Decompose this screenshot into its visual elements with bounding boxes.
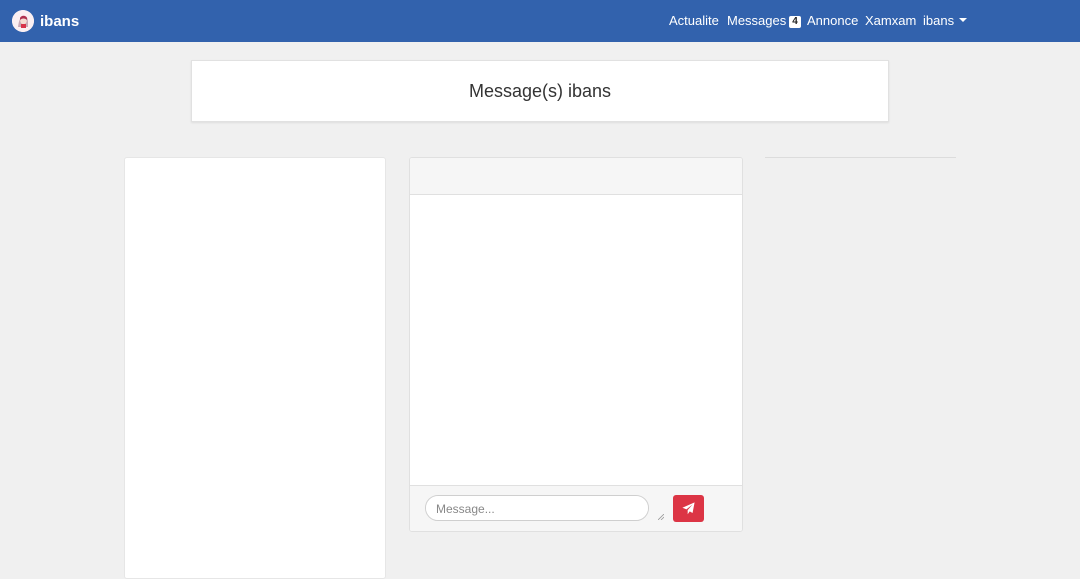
chat-panel [409, 157, 743, 532]
resize-grip-icon[interactable] [658, 514, 664, 520]
nav-link-xamxam[interactable]: Xamxam [865, 13, 916, 29]
paper-plane-icon [682, 502, 695, 515]
caret-down-icon [959, 18, 968, 22]
user-menu-dropdown[interactable]: ibans [923, 13, 968, 29]
top-navbar: ibans Actualite Messages 4 Annonce Xamxam… [0, 0, 1080, 42]
message-input[interactable] [425, 495, 649, 521]
send-message-button[interactable] [673, 495, 704, 522]
user-menu-label: ibans [923, 13, 955, 28]
nav-link-messages[interactable]: Messages 4 [727, 13, 801, 29]
conversations-panel [124, 157, 386, 579]
brand-name: ibans [40, 12, 80, 30]
brand-link[interactable]: ibans [12, 9, 79, 33]
avatar-logo-icon [12, 10, 34, 32]
messages-count-badge: 4 [789, 16, 801, 28]
page-title-card: Message(s) ibans [191, 60, 889, 122]
chat-header [410, 158, 742, 195]
chat-messages-area [410, 195, 742, 485]
right-column-divider [765, 157, 956, 158]
page-title: Message(s) ibans [468, 80, 612, 101]
nav-link-actualite[interactable]: Actualite [669, 13, 719, 29]
nav-link-messages-label: Messages [727, 13, 787, 28]
chat-footer [410, 485, 742, 531]
nav-link-annonce[interactable]: Annonce [807, 13, 858, 29]
